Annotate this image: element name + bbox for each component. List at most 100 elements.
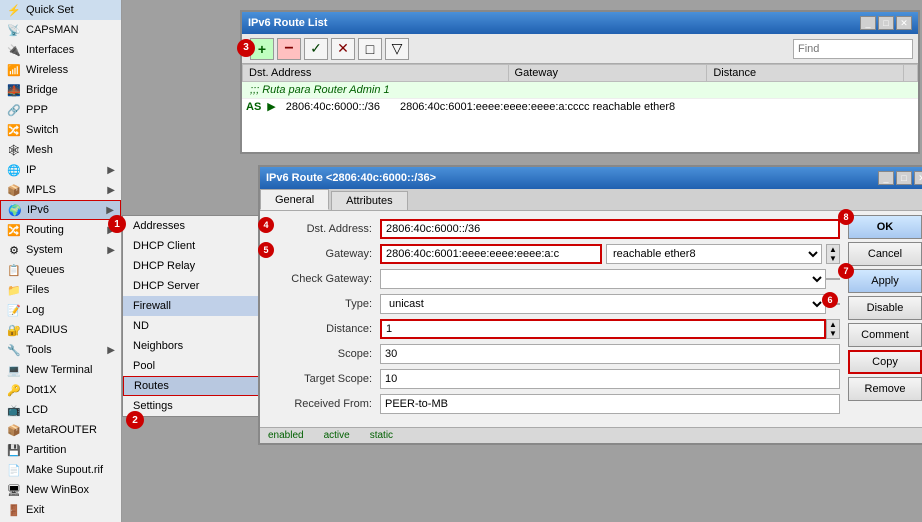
sidebar-item-partition[interactable]: 💾 Partition [0,440,121,460]
cancel-button[interactable]: Cancel [848,242,922,266]
gateway-scroll[interactable]: ▲ ▼ [826,244,840,264]
maximize-button[interactable]: □ [878,16,894,30]
ipv6-icon: 🌍 [7,202,23,218]
submenu-item-pool[interactable]: Pool [123,356,261,376]
type-select[interactable]: unicast [380,294,826,314]
sidebar-label: Dot1X [26,384,57,396]
ipv6-submenu: Addresses DHCP Client DHCP Relay DHCP Se… [122,215,262,417]
apply-button[interactable]: Apply [848,269,922,293]
disable-button[interactable]: Disable [848,296,922,320]
ok-button[interactable]: OK [848,215,922,239]
partition-icon: 💾 [6,442,22,458]
sidebar-item-switch[interactable]: 🔀 Switch [0,120,121,140]
detail-maximize-button[interactable]: □ [896,171,912,185]
sidebar-item-tools[interactable]: 🔧 Tools ▶ [0,340,121,360]
sidebar-item-exit[interactable]: 🚪 Exit [0,500,121,520]
distance-input[interactable] [380,319,826,339]
col-distance: Distance [707,65,904,82]
sidebar-item-make-supout[interactable]: 📄 Make Supout.rif [0,460,121,480]
sidebar-item-wireless[interactable]: 📶 Wireless [0,60,121,80]
submenu-item-routes[interactable]: Routes [123,376,261,396]
sidebar-item-files[interactable]: 📁 Files [0,280,121,300]
sidebar-item-dot1x[interactable]: 🔑 Dot1X [0,380,121,400]
sidebar-item-metarouter[interactable]: 📦 MetaROUTER [0,420,121,440]
sidebar-label: LCD [26,404,48,416]
dialog-content: 4 Dst. Address: 5 Gateway: reachable eth… [260,211,922,427]
sidebar-item-lcd[interactable]: 📺 LCD [0,400,121,420]
route-gateway: 2806:40c:6001:eeee:eeee:eeee:a:cccc reac… [400,101,675,113]
terminal-icon: 💻 [6,362,22,378]
tab-general[interactable]: General [260,189,329,210]
sidebar-item-system[interactable]: ⚙ System ▶ [0,240,121,260]
gateway-type-select[interactable]: reachable ether8 [606,244,822,264]
check-gateway-scroll[interactable] [826,278,840,280]
detail-close-button[interactable]: ✕ [914,171,922,185]
submenu-item-nd[interactable]: ND [123,316,261,336]
check-gateway-select[interactable] [380,269,826,289]
remove-button[interactable]: Remove [848,377,922,401]
sidebar-item-bridge[interactable]: 🌉 Bridge [0,80,121,100]
submenu-item-dhcp-relay[interactable]: DHCP Relay [123,256,261,276]
received-from-input[interactable] [380,394,840,414]
enable-route-button[interactable]: ✓ [304,38,328,60]
route-data-row[interactable]: AS ▶ 2806:40c:6000::/36 2806:40c:6001:ee… [242,98,918,114]
distance-scroll[interactable]: ▲ ▼ [826,319,840,339]
sidebar-item-ipv6[interactable]: 🌍 IPv6 ▶ [0,200,121,220]
tools-icon: 🔧 [6,342,22,358]
disable-route-button[interactable]: ✕ [331,38,355,60]
bridge-icon: 🌉 [6,82,22,98]
status-bar: enabled active static [260,427,922,443]
remove-route-button[interactable]: − [277,38,301,60]
copy-route-button[interactable]: □ [358,38,382,60]
sidebar-label: New WinBox [26,484,89,496]
sidebar-item-radius[interactable]: 🔐 RADIUS [0,320,121,340]
type-row: 6 Type: unicast [270,294,840,314]
received-from-row: Received From: [270,394,840,414]
routing-icon: 🔀 [6,222,22,238]
route-dst: 2806:40c:6000::/36 [286,101,380,113]
winbox-icon: 🖥 [6,482,22,498]
submenu-item-firewall[interactable]: Firewall [123,296,261,316]
detail-minimize-button[interactable]: _ [878,171,894,185]
route-list-window: IPv6 Route List _ □ ✕ 3 + − ✓ ✕ □ ▽ Dst.… [240,10,920,154]
sidebar-label: Mesh [26,144,53,156]
submenu-item-neighbors[interactable]: Neighbors [123,336,261,356]
sidebar-item-ip[interactable]: 🌐 IP ▶ [0,160,121,180]
submenu-item-dhcp-client[interactable]: DHCP Client [123,236,261,256]
submenu-item-settings[interactable]: Settings [123,396,261,416]
submenu-item-dhcp-server[interactable]: DHCP Server [123,276,261,296]
close-button[interactable]: ✕ [896,16,912,30]
gateway-address-input[interactable] [380,244,602,264]
sidebar-label: Files [26,284,49,296]
sidebar-item-queues[interactable]: 📋 Queues [0,260,121,280]
window-title: IPv6 Route List [248,17,327,29]
sidebar-item-quickset[interactable]: ⚡ Quick Set [0,0,121,20]
window-controls: _ □ ✕ [860,16,912,30]
quickset-icon: ⚡ [6,2,22,18]
scope-input[interactable] [380,344,840,364]
interfaces-icon: 🔌 [6,42,22,58]
badge-6: 6 [822,292,838,308]
comment-button[interactable]: Comment [848,323,922,347]
badge-1: 1 [108,215,126,233]
sidebar-item-new-winbox[interactable]: 🖥 New WinBox [0,480,121,500]
sidebar-item-routing[interactable]: 🔀 Routing ▶ [0,220,121,240]
col-gateway: Gateway [508,65,707,82]
sidebar-item-new-terminal[interactable]: 💻 New Terminal [0,360,121,380]
sidebar-label: CAPsMAN [26,24,79,36]
sidebar-item-mpls[interactable]: 📦 MPLS ▶ [0,180,121,200]
sidebar-item-ppp[interactable]: 🔗 PPP [0,100,121,120]
dst-address-input[interactable] [380,219,840,239]
filter-button[interactable]: ▽ [385,38,409,60]
sidebar-label: MPLS [26,184,56,196]
submenu-item-addresses[interactable]: Addresses [123,216,261,236]
sidebar-item-mesh[interactable]: 🕸 Mesh [0,140,121,160]
minimize-button[interactable]: _ [860,16,876,30]
sidebar-item-capsman[interactable]: 📡 CAPsMAN [0,20,121,40]
tab-attributes[interactable]: Attributes [331,191,407,210]
search-input[interactable] [793,39,913,59]
sidebar-item-interfaces[interactable]: 🔌 Interfaces [0,40,121,60]
copy-button[interactable]: Copy [848,350,922,374]
target-scope-input[interactable] [380,369,840,389]
sidebar-item-log[interactable]: 📝 Log [0,300,121,320]
